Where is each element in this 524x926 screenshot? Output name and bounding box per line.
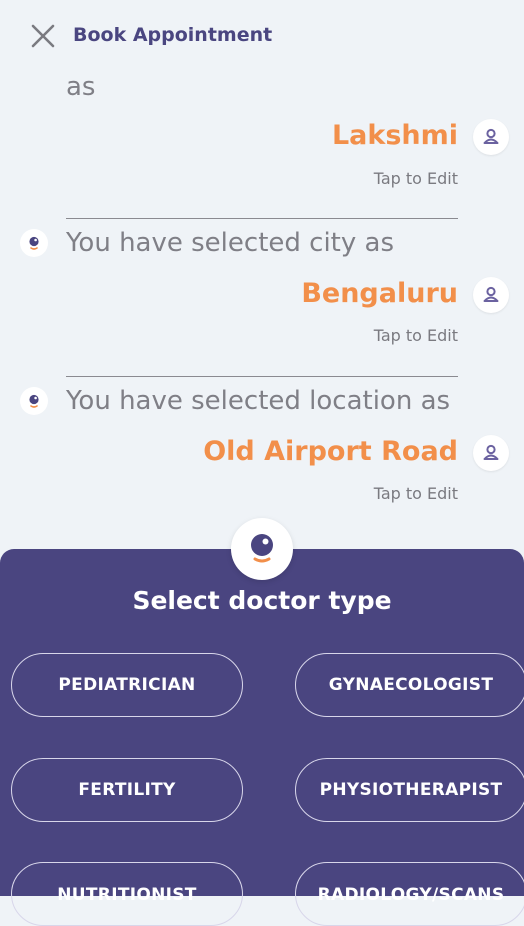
option-nutritionist-button[interactable]: NUTRITIONIST xyxy=(11,862,243,926)
option-physiotherapist-button[interactable]: PHYSIOTHERAPIST xyxy=(295,758,524,822)
name-value[interactable]: Lakshmi xyxy=(332,120,458,151)
user-icon xyxy=(473,435,509,471)
option-pediatrician-button[interactable]: PEDIATRICIAN xyxy=(11,653,243,717)
location-value[interactable]: Old Airport Road xyxy=(203,436,458,467)
city-value[interactable]: Bengaluru xyxy=(301,278,458,309)
bot-icon xyxy=(231,518,293,580)
user-icon xyxy=(473,119,509,155)
edit-location-link[interactable]: Tap to Edit xyxy=(374,484,458,503)
divider xyxy=(66,218,458,219)
divider xyxy=(66,376,458,377)
edit-city-link[interactable]: Tap to Edit xyxy=(374,326,458,345)
edit-name-link[interactable]: Tap to Edit xyxy=(374,169,458,188)
bot-icon xyxy=(20,387,48,415)
location-prompt: You have selected location as xyxy=(66,386,451,416)
option-fertility-button[interactable]: FERTILITY xyxy=(11,758,243,822)
name-prefix: as xyxy=(66,72,96,102)
option-radiology-scans-button[interactable]: RADIOLOGY/SCANS xyxy=(295,862,524,926)
close-icon[interactable] xyxy=(30,23,56,49)
bot-icon xyxy=(20,229,48,257)
city-prompt: You have selected city as xyxy=(66,228,394,258)
page-title: Book Appointment xyxy=(73,24,273,46)
user-icon xyxy=(473,277,509,313)
panel-title: Select doctor type xyxy=(132,586,392,615)
option-gynaecologist-button[interactable]: GYNAECOLOGIST xyxy=(295,653,524,717)
